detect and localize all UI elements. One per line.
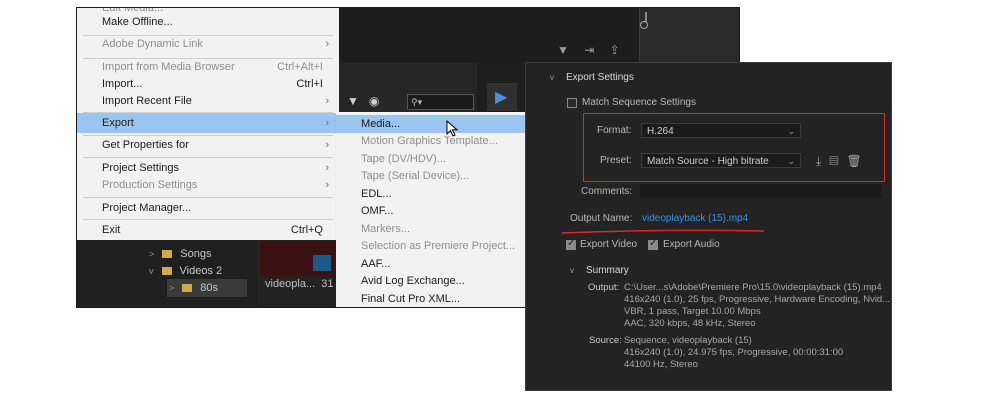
submenu-item-avid-log-exchange[interactable]: Avid Log Exchange... [336,272,526,290]
submenu-item-final-cut-pro-xml[interactable]: Final Cut Pro XML... [336,290,526,307]
folder-icon [182,284,193,293]
selection-tool-button[interactable]: ▶ [487,83,517,111]
submenu-item-motion-graphics-template[interactable]: Motion Graphics Template... [336,132,526,150]
export-audio-label: Export Audio [663,239,720,250]
chevron-right-icon: › [325,117,329,129]
submenu-item-tape-dv-hdv[interactable]: Tape (DV/HDV)... [336,150,526,168]
submenu-item-omf[interactable]: OMF... [336,202,526,220]
timeline-strip [639,8,739,63]
preset-value: Match Source - High bitrate [647,156,769,167]
selection-arrow-icon: ▶ [495,89,508,106]
summary-output-line: 416x240 (1.0), 25 fps, Progressive, Hard… [624,294,891,305]
comments-label: Comments: [581,186,633,197]
menu-item-export[interactable]: Export › [77,113,339,133]
filter-icon[interactable]: ▼ ◉ [347,94,379,108]
summary-source-line: Sequence, videoplayback (15) [624,335,752,346]
comments-input[interactable] [640,184,881,198]
format-value: H.264 [647,126,674,137]
output-key: Output: [588,282,620,293]
project-search-input[interactable]: ⚲▾ [407,94,474,110]
export-video-checkbox[interactable] [566,238,576,250]
bin-item-videos-2[interactable]: v Videos 2 [149,265,222,277]
bin-item-80s[interactable]: >80s [169,282,218,294]
chevron-right-icon[interactable]: > [169,283,174,293]
annotation-underline [561,229,765,234]
filter-icons[interactable]: ▼ ⇥ ⇪ [557,43,626,57]
chevron-down-icon[interactable]: v [550,73,554,82]
chevron-down-icon[interactable]: v [570,266,574,275]
source-key: Source: [589,335,622,346]
summary-source-line: 416x240 (1.0), 24.975 fps, Progressive, … [624,347,844,358]
bin-label: Songs [180,248,212,260]
chevron-down-icon: ⌄ [787,126,795,136]
mouse-cursor-icon [446,120,459,137]
chevron-down-icon: ⌄ [787,156,795,166]
chevron-right-icon: › [325,139,329,151]
submenu-item-selection-as-premiere-project[interactable]: Selection as Premiere Project... [336,237,526,255]
bin-label: 80s [200,282,219,294]
menu-item-get-properties-for[interactable]: Get Properties for › [77,135,339,155]
bin-item-songs[interactable]: > Songs [149,248,211,260]
bin-label: Videos 2 [179,265,223,277]
summary-output-line: C:\User...s\Adobe\Premiere Pro\15.0\vide… [624,282,882,293]
summary-output-line: AAC, 320 kbps, 48 kHz, Stereo [624,318,756,329]
submenu-item-aaf[interactable]: AAF... [336,255,526,273]
output-name-label: Output Name: [570,213,633,224]
save-preset-icon[interactable]: ⤓ [816,154,829,168]
preset-select[interactable]: Match Source - High bitrate ⌄ [641,153,801,168]
file-menu: Edit Media... Make Offline... Adobe Dyna… [77,8,339,240]
export-settings-panel: v Export Settings Match Sequence Setting… [526,63,891,390]
export-submenu: Media... Motion Graphics Template... Tap… [336,112,526,307]
menu-item-production-settings[interactable]: Production Settings › [77,175,339,195]
export-video-label: Export Video [580,239,638,250]
import-preset-icon[interactable]: ▤ [829,154,846,168]
summary-output-line: VBR, 1 pass, Target 10.00 Mbps [624,306,761,317]
match-sequence-label: Match Sequence Settings [582,97,696,108]
preset-label: Preset: [600,155,632,166]
submenu-item-edl[interactable]: EDL... [336,185,526,203]
folder-icon [161,267,172,276]
format-select[interactable]: H.264 ⌄ [641,123,801,138]
folder-icon [162,250,173,259]
playhead-handle[interactable] [640,21,648,29]
summary-source-line: 44100 Hz, Stereo [624,359,698,370]
menu-item-make-offline[interactable]: Make Offline... [77,12,339,32]
match-sequence-checkbox[interactable] [567,98,577,108]
chevron-right-icon: › [325,95,329,107]
menu-item-project-manager[interactable]: Project Manager... [77,198,339,218]
menu-item-exit[interactable]: Exit Ctrl+Q [77,220,339,240]
export-audio-checkbox[interactable] [648,238,658,250]
clip-label: videopla... 31 [265,278,334,290]
submenu-item-media[interactable]: Media... [336,115,526,133]
submenu-item-tape-serial-device[interactable]: Tape (Serial Device)... [336,167,526,185]
preset-action-icons[interactable]: ⤓▤🗑 [816,154,870,169]
chevron-right-icon: › [325,179,329,191]
format-label: Format: [597,125,632,136]
submenu-item-markers[interactable]: Markers... [336,220,526,238]
delete-preset-icon[interactable]: 🗑 [846,154,869,168]
chevron-down-icon[interactable]: v [149,266,154,276]
summary-title: Summary [586,265,629,276]
clip-thumbnail-detail [313,255,331,271]
chevron-right-icon: › [325,38,329,50]
menu-item-adobe-dynamic-link[interactable]: Adobe Dynamic Link › [77,34,339,54]
section-title: Export Settings [566,72,634,83]
menu-item-import-recent-file[interactable]: Import Recent File › [77,91,339,111]
chevron-right-icon[interactable]: > [149,249,154,259]
output-name-link[interactable]: videoplayback (15).mp4 [642,213,748,224]
